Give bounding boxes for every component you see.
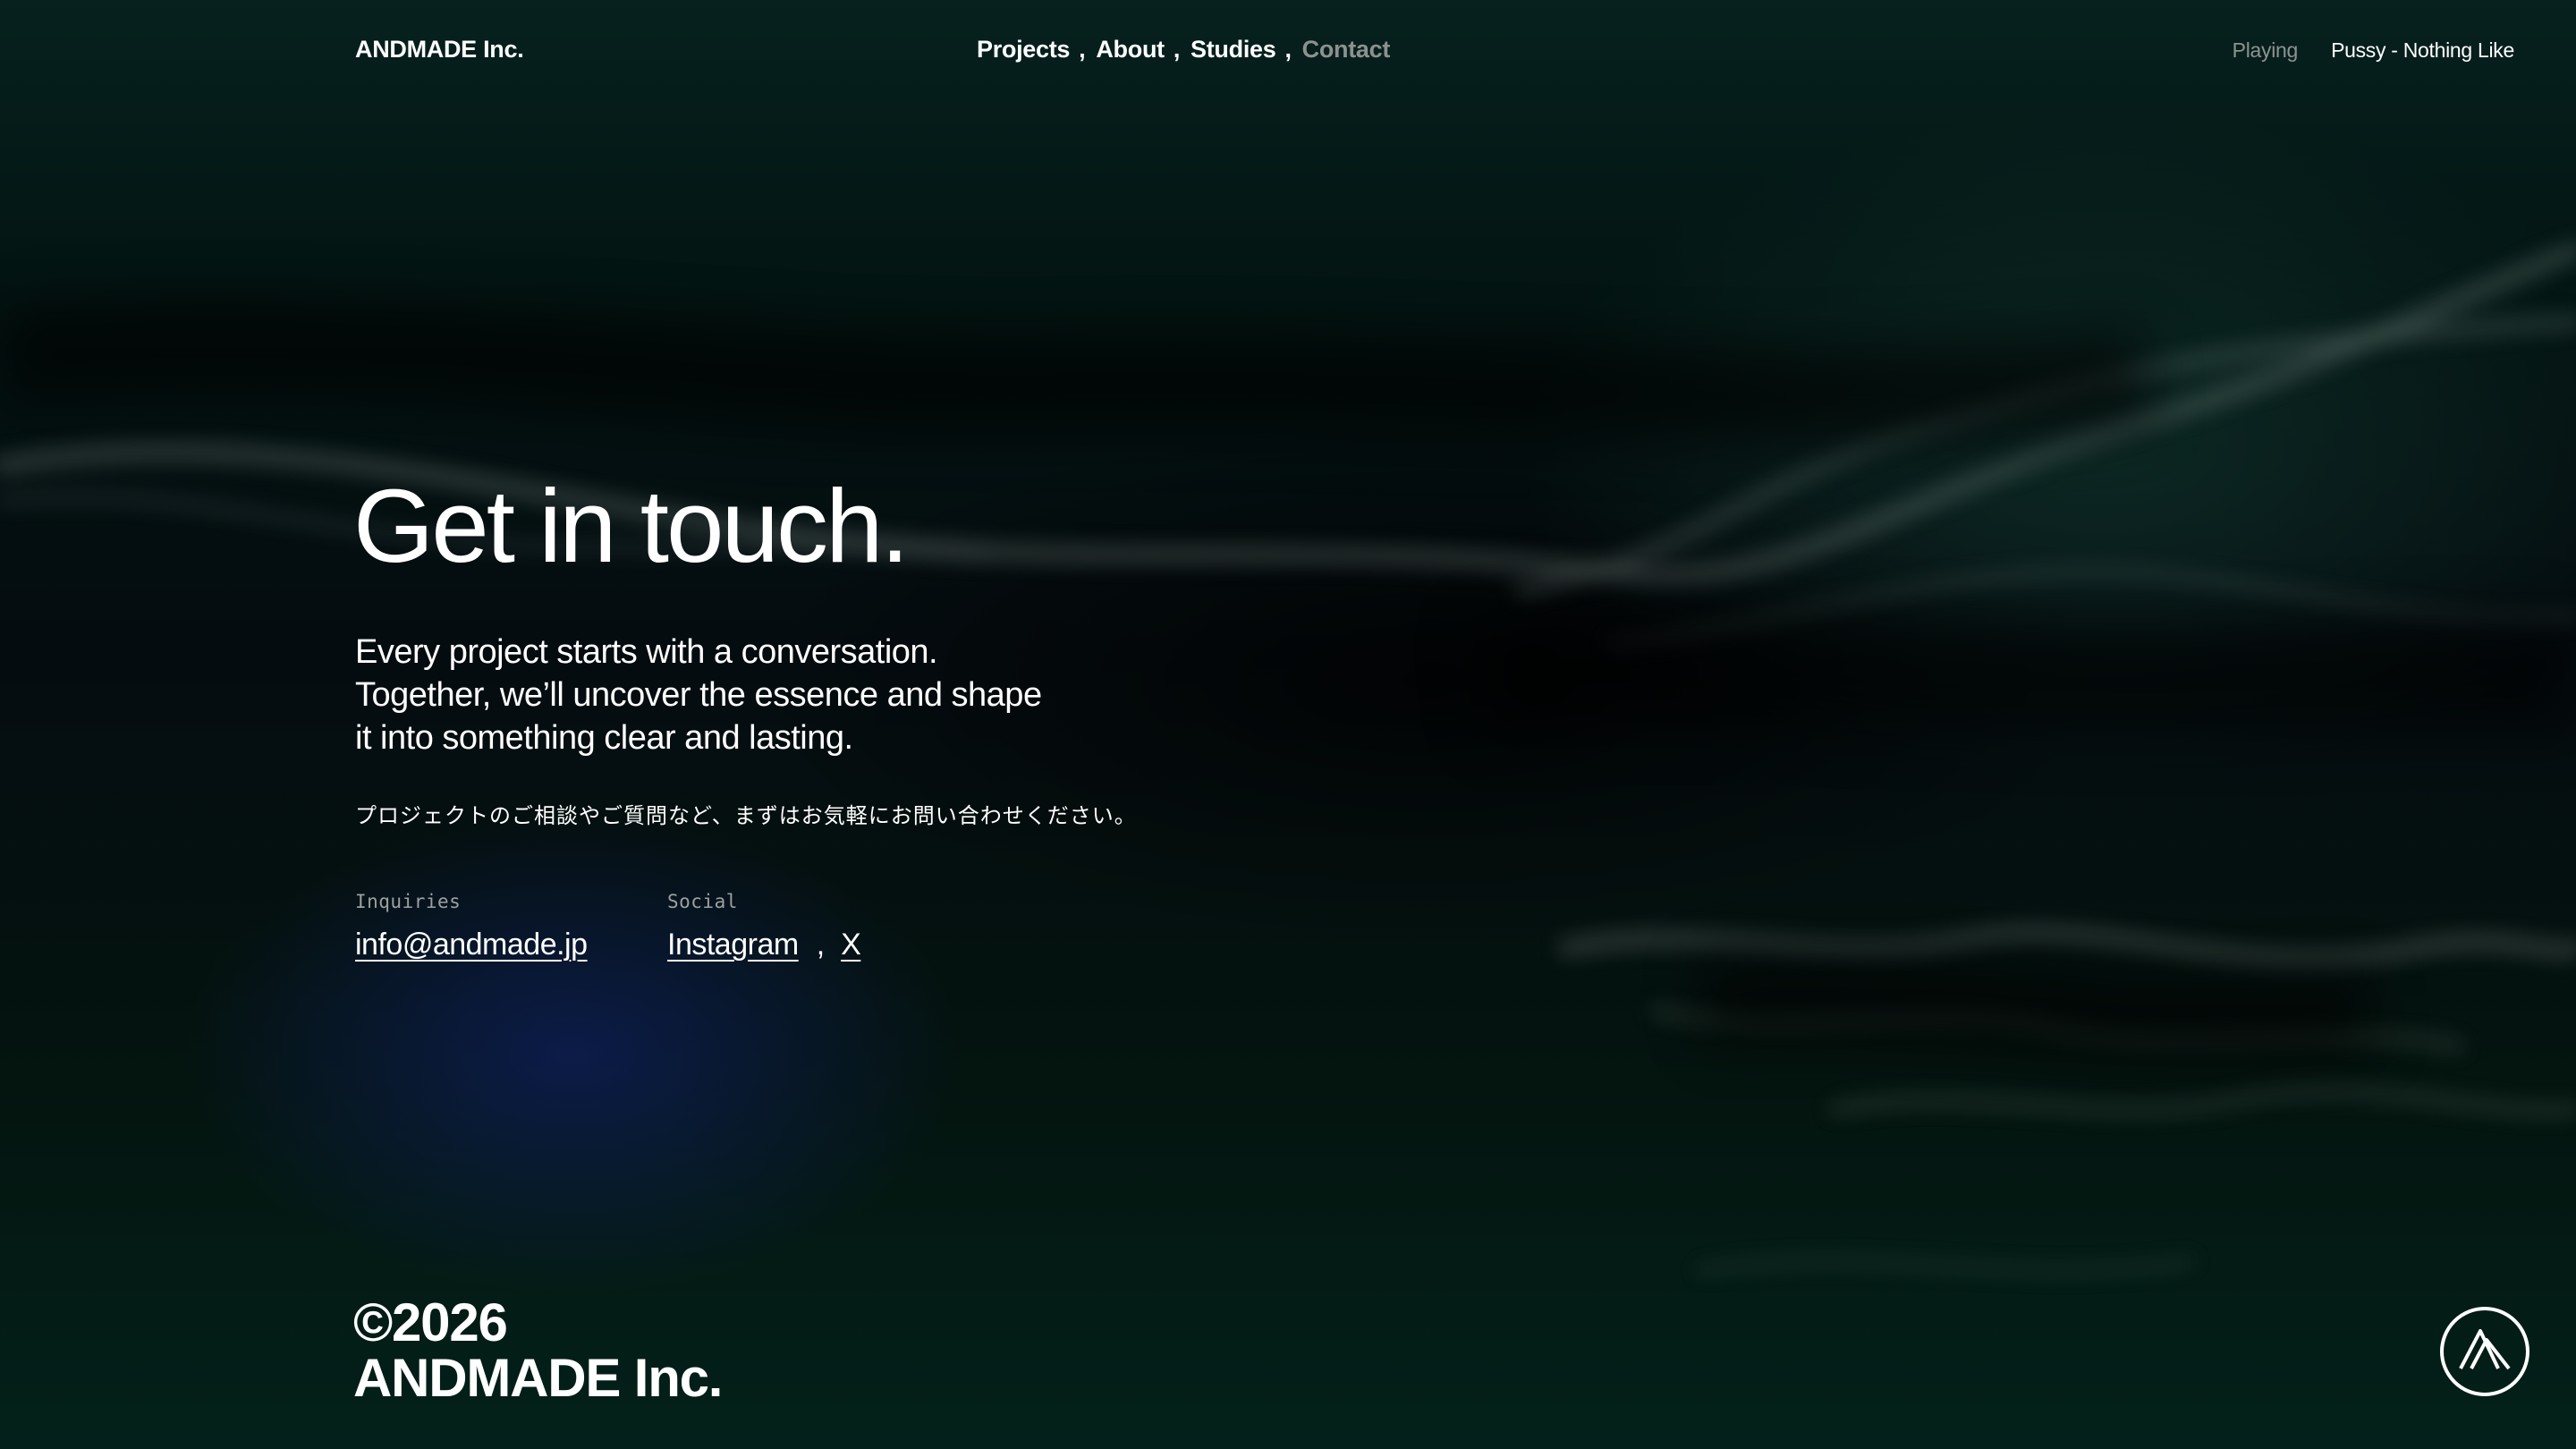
nav-link-contact[interactable]: Contact <box>1302 36 1391 64</box>
x-link[interactable]: X <box>841 928 861 962</box>
copyright-year: ©2026 <box>353 1292 508 1352</box>
social-caption: Social <box>667 891 738 912</box>
nav-link-projects[interactable]: Projects <box>977 36 1070 64</box>
instagram-link[interactable]: Instagram <box>667 928 799 962</box>
footer-copyright: ©2026 ANDMADE Inc. <box>353 1292 723 1408</box>
player-status-label: Playing <box>2232 38 2299 62</box>
player-track-title: Pussy - Nothing Like <box>2331 38 2514 62</box>
nav-link-studies[interactable]: Studies <box>1191 36 1276 64</box>
email-link[interactable]: info@andmade.jp <box>355 928 588 962</box>
player-track-marquee[interactable]: Pussy - Nothing Like <box>2316 38 2514 63</box>
andmade-logo-icon-graphic <box>2440 1307 2529 1396</box>
andmade-logo-icon[interactable] <box>2439 1306 2530 1397</box>
page-title: Get in touch. <box>353 468 910 584</box>
social-links: Instagram , X <box>667 928 861 962</box>
brand-logo-link[interactable]: ANDMADE Inc. <box>355 36 524 64</box>
intro-line: it into something clear and lasting. <box>355 719 853 757</box>
nav-separator: , <box>1173 36 1181 63</box>
intro-line: Every project starts with a conversation… <box>355 633 938 671</box>
intro-japanese-text: プロジェクトのご相談やご質問など、まずはお気軽にお問い合わせください。 <box>355 803 1137 828</box>
inquiries-caption: Inquiries <box>355 891 462 912</box>
nav-separator: , <box>1284 36 1292 63</box>
nav-separator: , <box>1079 36 1086 63</box>
intro-line: Together, we’ll uncover the essence and … <box>355 676 1042 714</box>
social-separator: , <box>816 928 826 962</box>
main-nav: Projects , About , Studies , Contact <box>977 36 1390 64</box>
intro-paragraph: Every project starts with a conversation… <box>355 631 1160 759</box>
nav-link-about[interactable]: About <box>1096 36 1165 64</box>
music-player[interactable]: Playing Pussy - Nothing Like <box>2233 38 2514 63</box>
footer-company-name: ANDMADE Inc. <box>353 1348 723 1408</box>
